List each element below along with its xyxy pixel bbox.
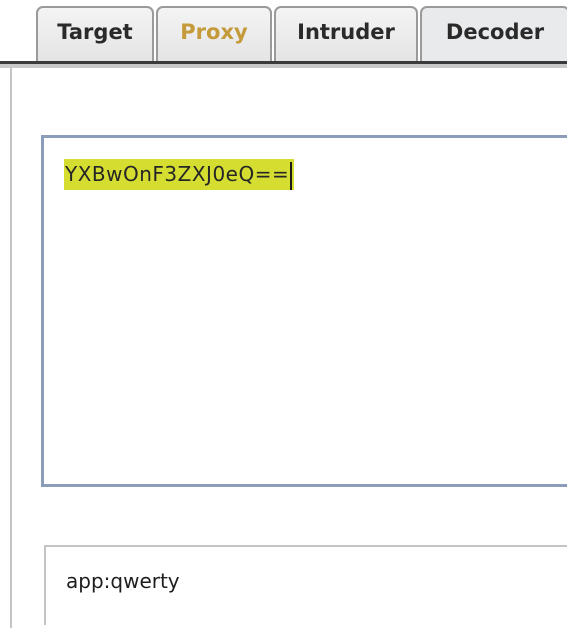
decoder-input-selected-text: YXBwOnF3ZXJ0eQ==: [64, 159, 295, 190]
decoder-input-value: YXBwOnF3ZXJ0eQ==: [65, 162, 290, 186]
decoder-input-textarea[interactable]: YXBwOnF3ZXJ0eQ==: [41, 135, 567, 487]
tab-target[interactable]: Target: [36, 6, 154, 62]
tab-bar: Target Proxy Intruder Decoder: [0, 0, 567, 68]
decoder-output-value: app:qwerty: [66, 569, 180, 593]
tab-target-label: Target: [57, 20, 133, 44]
tab-proxy[interactable]: Proxy: [156, 6, 272, 62]
tab-decoder-label: Decoder: [445, 20, 545, 44]
tab-proxy-label: Proxy: [180, 20, 248, 44]
decoder-output-textarea[interactable]: app:qwerty: [44, 545, 567, 625]
tab-intruder-label: Intruder: [297, 20, 395, 44]
text-caret: [290, 161, 293, 190]
tab-intruder[interactable]: Intruder: [274, 6, 418, 62]
tab-decoder[interactable]: Decoder: [420, 6, 567, 62]
